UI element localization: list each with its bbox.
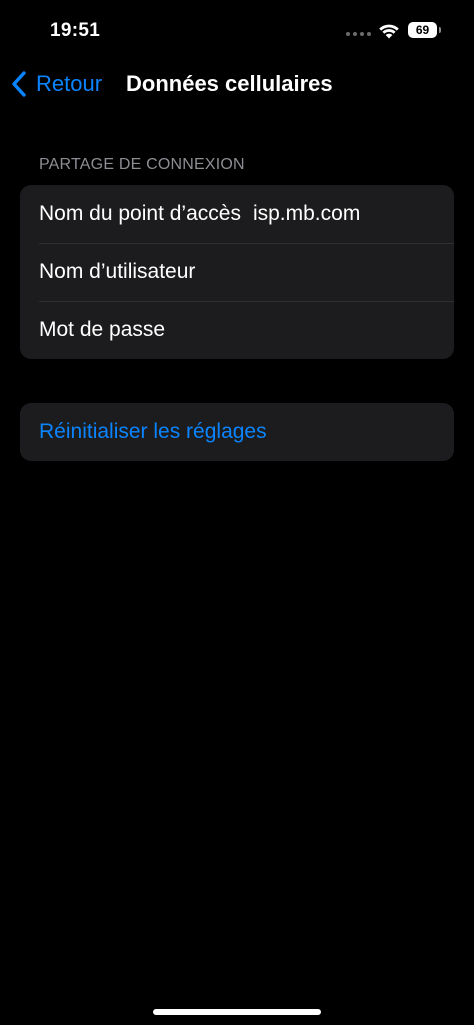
password-row[interactable]: Mot de passe — [20, 301, 454, 359]
home-indicator[interactable] — [153, 1009, 321, 1015]
status-bar: 19:51 69 — [0, 0, 474, 60]
battery-level: 69 — [415, 23, 430, 37]
reset-group: Réinitialiser les réglages — [20, 403, 454, 461]
back-button[interactable]: Retour — [10, 70, 102, 98]
screen: 19:51 69 Retour Données cellulaires PART… — [0, 0, 474, 1025]
chevron-left-icon — [12, 71, 26, 97]
battery-icon: 69 — [408, 22, 437, 38]
username-label: Nom d’utilisateur — [39, 260, 196, 283]
wifi-icon — [379, 24, 399, 39]
section-header-tethering: PARTAGE DE CONNEXION — [39, 156, 245, 173]
reset-settings-button[interactable]: Réinitialiser les réglages — [20, 403, 454, 461]
page-title: Données cellulaires — [126, 71, 333, 96]
nav-bar: Retour Données cellulaires — [0, 60, 474, 106]
signal-dots-icon — [346, 32, 371, 36]
username-row[interactable]: Nom d’utilisateur — [20, 243, 454, 301]
apn-row[interactable]: Nom du point d’accès isp.mb.com — [20, 185, 454, 243]
battery-cap — [439, 27, 441, 33]
apn-value[interactable]: isp.mb.com — [253, 202, 360, 226]
apn-label: Nom du point d’accès — [39, 202, 241, 225]
back-label: Retour — [36, 71, 103, 96]
tethering-group: Nom du point d’accès isp.mb.com Nom d’ut… — [20, 185, 454, 359]
password-label: Mot de passe — [39, 318, 166, 341]
status-time: 19:51 — [50, 20, 101, 41]
reset-settings-label: Réinitialiser les réglages — [39, 420, 267, 443]
